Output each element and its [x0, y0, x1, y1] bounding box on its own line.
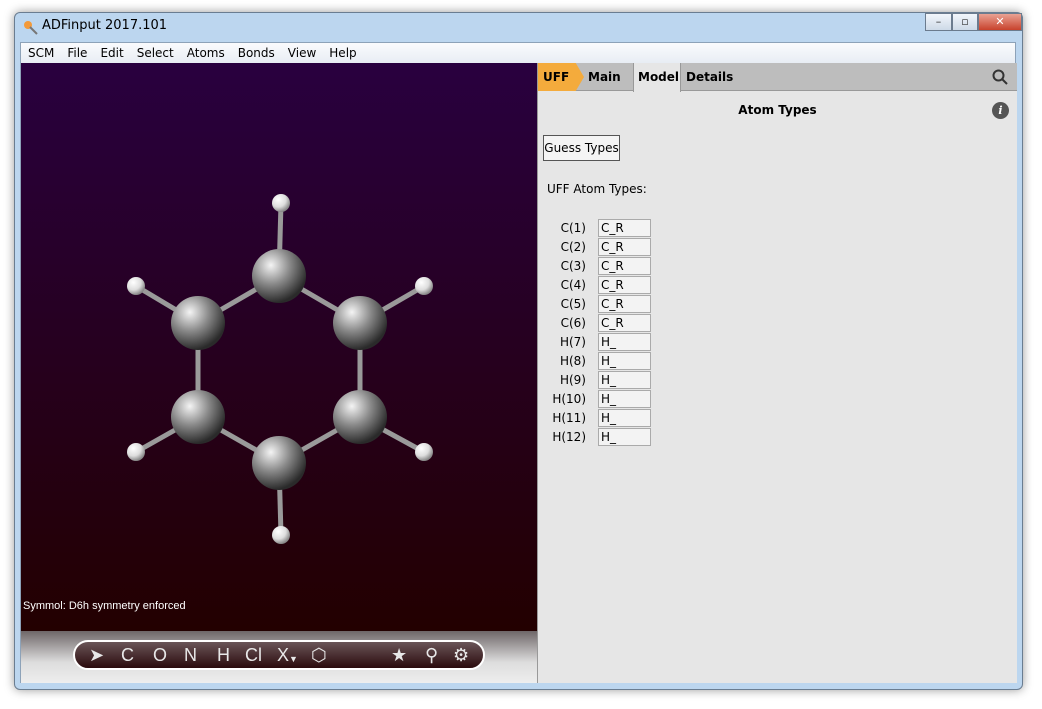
atom-type-input[interactable]: H_ [598, 409, 651, 427]
atom-type-input[interactable]: C_R [598, 238, 651, 256]
atom-type-row: H(11) H_ [538, 409, 738, 428]
atom-type-input[interactable]: H_ [598, 333, 651, 351]
atom-type-row: H(10) H_ [538, 390, 738, 409]
star-icon[interactable]: ★ [391, 645, 407, 666]
symmetry-status: Symmol: D6h symmetry enforced [23, 600, 186, 612]
menu-bar: SCM File Edit Select Atoms Bonds View He… [21, 43, 1015, 63]
close-button[interactable]: ✕ [978, 13, 1022, 31]
tab-model-label[interactable]: Model [638, 70, 679, 84]
atom-label: H(10) [552, 392, 586, 406]
tool-carbon[interactable]: C [121, 645, 134, 666]
atom-label: C(6) [560, 316, 586, 330]
atom-label: C(1) [560, 221, 586, 235]
atom-type-input[interactable]: C_R [598, 276, 651, 294]
tab-uff-label[interactable]: UFF [543, 70, 569, 84]
menu-edit[interactable]: Edit [100, 46, 123, 60]
atom-type-row: H(12) H_ [538, 428, 738, 447]
tool-hydrogen[interactable]: H [217, 645, 230, 666]
gear-icon[interactable]: ⚙ [453, 645, 469, 666]
atom-type-row: C(1) C_R [538, 219, 738, 238]
carbon-atoms [171, 249, 387, 490]
minimize-button[interactable]: – [925, 13, 952, 31]
tab-details[interactable]: Details [686, 70, 733, 84]
tool-other-element[interactable]: X [277, 645, 289, 666]
atom-label: H(12) [552, 430, 586, 444]
atom-type-row: H(7) H_ [538, 333, 738, 352]
menu-file[interactable]: File [67, 46, 87, 60]
atom-types-label: UFF Atom Types: [547, 182, 647, 196]
atom-type-row: C(2) C_R [538, 238, 738, 257]
atom-type-row: H(8) H_ [538, 352, 738, 371]
bond-tool-icon[interactable]: ⚲ [425, 645, 438, 666]
hexagon-ring-icon[interactable]: ⬡ [311, 645, 327, 666]
atom-label: C(5) [560, 297, 586, 311]
tool-chlorine[interactable]: Cl [245, 645, 262, 666]
select-arrow-icon[interactable]: ➤ [89, 645, 104, 666]
client-area: SCM File Edit Select Atoms Bonds View He… [20, 42, 1017, 683]
maximize-button[interactable]: ▫ [952, 13, 978, 31]
menu-view[interactable]: View [288, 46, 316, 60]
atom-type-input[interactable]: C_R [598, 295, 651, 313]
atom-type-input[interactable]: C_R [598, 219, 651, 237]
atom-label: H(7) [559, 335, 586, 349]
atom-type-input[interactable]: H_ [598, 428, 651, 446]
atom-type-row: C(3) C_R [538, 257, 738, 276]
atom-type-input[interactable]: H_ [598, 390, 651, 408]
atom-label: C(2) [560, 240, 586, 254]
atom-type-row: C(6) C_R [538, 314, 738, 333]
menu-bonds[interactable]: Bonds [238, 46, 275, 60]
atom-type-input[interactable]: H_ [598, 371, 651, 389]
atom-label: H(8) [559, 354, 586, 368]
tab-bar: UFF Main Model Details [538, 63, 1017, 92]
menu-scm[interactable]: SCM [28, 46, 54, 60]
atom-type-row: C(5) C_R [538, 295, 738, 314]
atom-label: C(3) [560, 259, 586, 273]
menu-select[interactable]: Select [137, 46, 174, 60]
info-icon[interactable]: i [992, 102, 1009, 119]
tab-main[interactable]: Main [588, 70, 621, 84]
dropdown-arrow-icon[interactable]: ▼ [289, 654, 298, 664]
properties-panel: UFF Main Model Details Atom Types i Gues… [537, 63, 1017, 683]
atom-type-input[interactable]: C_R [598, 314, 651, 332]
atom-type-input[interactable]: C_R [598, 257, 651, 275]
atom-label: H(9) [559, 373, 586, 387]
app-icon [24, 21, 38, 35]
tool-nitrogen[interactable]: N [184, 645, 197, 666]
window-title: ADFinput 2017.101 [42, 18, 168, 33]
tool-oxygen[interactable]: O [153, 645, 167, 666]
search-icon[interactable] [992, 69, 1008, 85]
atom-type-row: C(4) C_R [538, 276, 738, 295]
atom-label: H(11) [552, 411, 586, 425]
atom-toolbar: ➤ C O N H Cl X ▼ ⬡ ★ ⚲ ⚙ [73, 640, 485, 670]
benzene-molecule[interactable] [21, 63, 537, 631]
menu-help[interactable]: Help [329, 46, 356, 60]
atom-type-row: H(9) H_ [538, 371, 738, 390]
guess-types-button[interactable]: Guess Types [543, 135, 620, 161]
section-heading: Atom Types [738, 103, 817, 117]
atom-type-input[interactable]: H_ [598, 352, 651, 370]
toolbar-area: ➤ C O N H Cl X ▼ ⬡ ★ ⚲ ⚙ [21, 631, 537, 683]
atom-label: C(4) [560, 278, 586, 292]
molecule-viewer[interactable]: Symmol: D6h symmetry enforced [21, 63, 537, 631]
menu-atoms[interactable]: Atoms [187, 46, 225, 60]
